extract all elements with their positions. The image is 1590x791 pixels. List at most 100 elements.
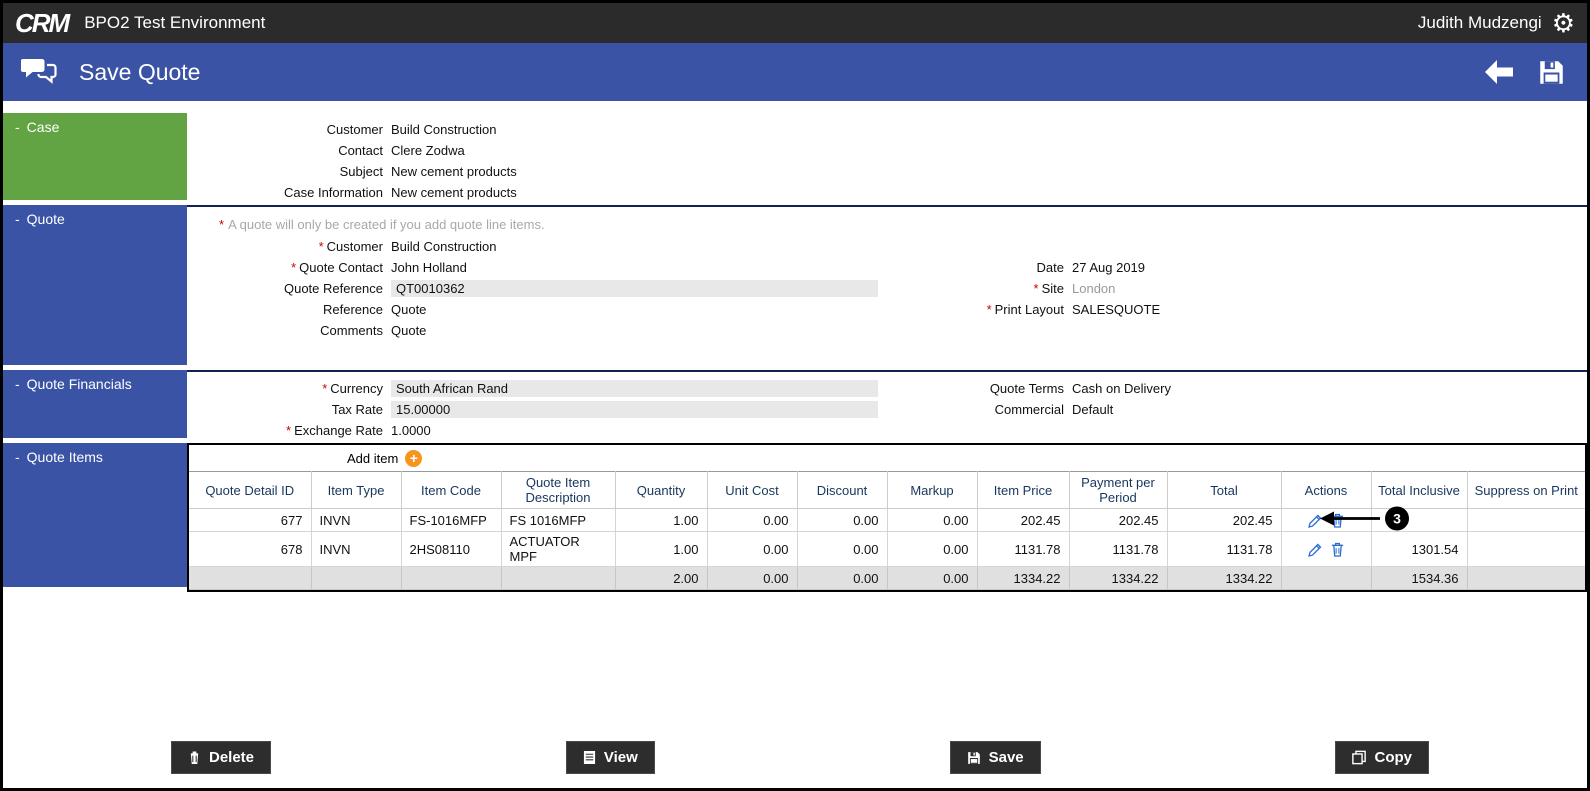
- field-label: Subject: [339, 164, 383, 179]
- field-label: * Print Layout: [986, 302, 1064, 317]
- col-markup: Markup: [886, 471, 978, 509]
- col-unit-cost: Unit Cost: [706, 471, 798, 509]
- col-item-code: Item Code: [400, 471, 502, 509]
- field-label: Case Information: [284, 185, 383, 200]
- copy-button[interactable]: Copy: [1335, 741, 1429, 774]
- document-icon: [583, 750, 596, 765]
- field-reference: Reference Quote: [187, 299, 892, 320]
- table-row: 677 INVN FS-1016MFP FS 1016MFP 1.00 0.00…: [189, 506, 1585, 532]
- field-value: New cement products: [391, 164, 517, 179]
- save-button[interactable]: Save: [949, 741, 1041, 774]
- field-value: New cement products: [391, 185, 517, 200]
- col-item-type: Item Type: [310, 471, 402, 509]
- app-window: CRM BPO2 Test Environment Judith Mudzeng…: [0, 0, 1590, 791]
- delete-row-icon[interactable]: [1331, 513, 1344, 528]
- page-header: Save Quote: [3, 43, 1587, 101]
- field-label: Quote Reference: [283, 281, 383, 296]
- field-currency: * Currency South African Rand: [187, 378, 892, 399]
- field-label: * Currency: [322, 381, 383, 396]
- field-label: * Exchange Rate: [286, 423, 383, 438]
- field-label: * Customer: [318, 239, 383, 254]
- field-value: SALESQUOTE: [1072, 302, 1161, 317]
- totals-row: 2.00 0.00 0.00 0.00 1334.22 1334.22 1334…: [189, 566, 1585, 590]
- sidebar-item-quote[interactable]: - Quote: [3, 205, 187, 365]
- sidebar-item-quote-items[interactable]: - Quote Items: [3, 443, 187, 587]
- field-label: Customer: [326, 122, 383, 137]
- suppress-cell: [1466, 531, 1585, 567]
- field-quote-customer: * Customer Build Construction: [187, 236, 892, 257]
- table-row: 678 INVN 2HS08110 ACTUATOR MPF 1.00 0.00…: [189, 531, 1585, 567]
- view-button[interactable]: View: [565, 741, 655, 774]
- collapse-icon: -: [15, 449, 20, 465]
- quote-reference-input[interactable]: QT0010362: [391, 280, 878, 297]
- collapse-icon: -: [15, 119, 20, 135]
- field-value: 27 Aug 2019: [1072, 260, 1146, 275]
- field-case-information: Case Information New cement products: [187, 182, 1587, 203]
- col-quote-detail-id: Quote Detail ID: [189, 471, 312, 509]
- col-total-inclusive: Total Inclusive: [1370, 471, 1468, 509]
- case-section-title: Case: [26, 119, 60, 135]
- field-label: Contact: [338, 143, 383, 158]
- sidebar-item-case[interactable]: - Case: [3, 113, 187, 200]
- chat-icon: [20, 55, 57, 90]
- delete-button[interactable]: Delete: [171, 741, 272, 774]
- field-value: Build Construction: [391, 122, 497, 137]
- field-value: Quote: [391, 323, 427, 338]
- copy-icon: [1352, 750, 1367, 765]
- quote-items-table: Quote Detail ID Item Type Item Code Quot…: [189, 471, 1585, 590]
- tax-rate-input[interactable]: 15.00000: [391, 401, 878, 418]
- edit-icon[interactable]: [1307, 543, 1322, 557]
- field-customer: Customer Build Construction: [187, 119, 1587, 140]
- col-payment-per-period: Payment per Period: [1068, 471, 1168, 509]
- field-contact: Contact Clere Zodwa: [187, 140, 1587, 161]
- quote-section: - Quote * A quote will only be created i…: [3, 205, 1587, 370]
- field-value: 1.0000: [391, 423, 431, 438]
- field-label: Comments: [320, 323, 383, 338]
- actions-cell: [1280, 531, 1372, 567]
- field-value: London: [1072, 281, 1116, 296]
- quote-section-title: Quote: [26, 211, 65, 227]
- crm-logo: CRM: [15, 7, 70, 38]
- field-print-layout: * Print Layout SALESQUOTE: [892, 299, 1587, 320]
- field-value: Build Construction: [391, 239, 497, 254]
- sidebar-item-quote-financials[interactable]: - Quote Financials: [3, 370, 187, 438]
- user-name: Judith Mudzengi: [1417, 13, 1542, 32]
- top-bar: CRM BPO2 Test Environment Judith Mudzeng…: [3, 3, 1587, 43]
- add-item-button[interactable]: +: [405, 450, 423, 467]
- table-header-row: Quote Detail ID Item Type Item Code Quot…: [189, 471, 1585, 509]
- col-discount: Discount: [796, 471, 888, 509]
- quote-financials-section: - Quote Financials * Currency South Afric…: [3, 370, 1587, 443]
- field-quote-contact: * Quote Contact John Holland: [187, 257, 892, 278]
- field-label: Commercial: [994, 402, 1064, 417]
- environment-title: BPO2 Test Environment: [84, 13, 266, 32]
- footer-actions: Delete View Save Copy: [3, 741, 1587, 774]
- edit-icon[interactable]: [1307, 514, 1322, 528]
- floppy-icon: [967, 751, 981, 765]
- trash-icon: [188, 750, 201, 765]
- gear-icon[interactable]: ⚙: [1552, 10, 1575, 36]
- field-date: Date 27 Aug 2019: [892, 257, 1587, 278]
- field-label: * Quote Contact: [291, 260, 383, 275]
- save-icon[interactable]: [1538, 59, 1565, 86]
- field-label: Reference: [323, 302, 383, 317]
- quote-items-section: - Quote Items Add item + Quote Detail ID…: [3, 443, 1587, 592]
- field-subject: Subject New cement products: [187, 161, 1587, 182]
- back-icon[interactable]: [1484, 59, 1514, 85]
- field-value: Quote: [391, 302, 427, 317]
- col-quantity: Quantity: [614, 471, 708, 509]
- case-section: - Case Customer Build Construction Conta…: [3, 113, 1587, 205]
- field-label: * Site: [1033, 281, 1064, 296]
- actions-cell: 3: [1280, 506, 1409, 532]
- field-label: Date: [1036, 260, 1064, 275]
- quote-items-box: Add item + Quote Detail ID Item Type Ite…: [187, 443, 1587, 592]
- delete-row-icon[interactable]: [1331, 542, 1344, 557]
- col-suppress-on-print: Suppress on Print: [1466, 471, 1585, 509]
- col-quote-item-description: Quote Item Description: [500, 471, 616, 509]
- collapse-icon: -: [15, 211, 20, 227]
- field-quote-reference: Quote Reference QT0010362: [187, 278, 892, 299]
- add-item-label: Add item: [347, 451, 399, 466]
- currency-input[interactable]: South African Rand: [391, 380, 878, 397]
- field-commercial: Commercial Default: [892, 399, 1587, 420]
- collapse-icon: -: [15, 376, 20, 392]
- col-actions: Actions: [1280, 471, 1372, 509]
